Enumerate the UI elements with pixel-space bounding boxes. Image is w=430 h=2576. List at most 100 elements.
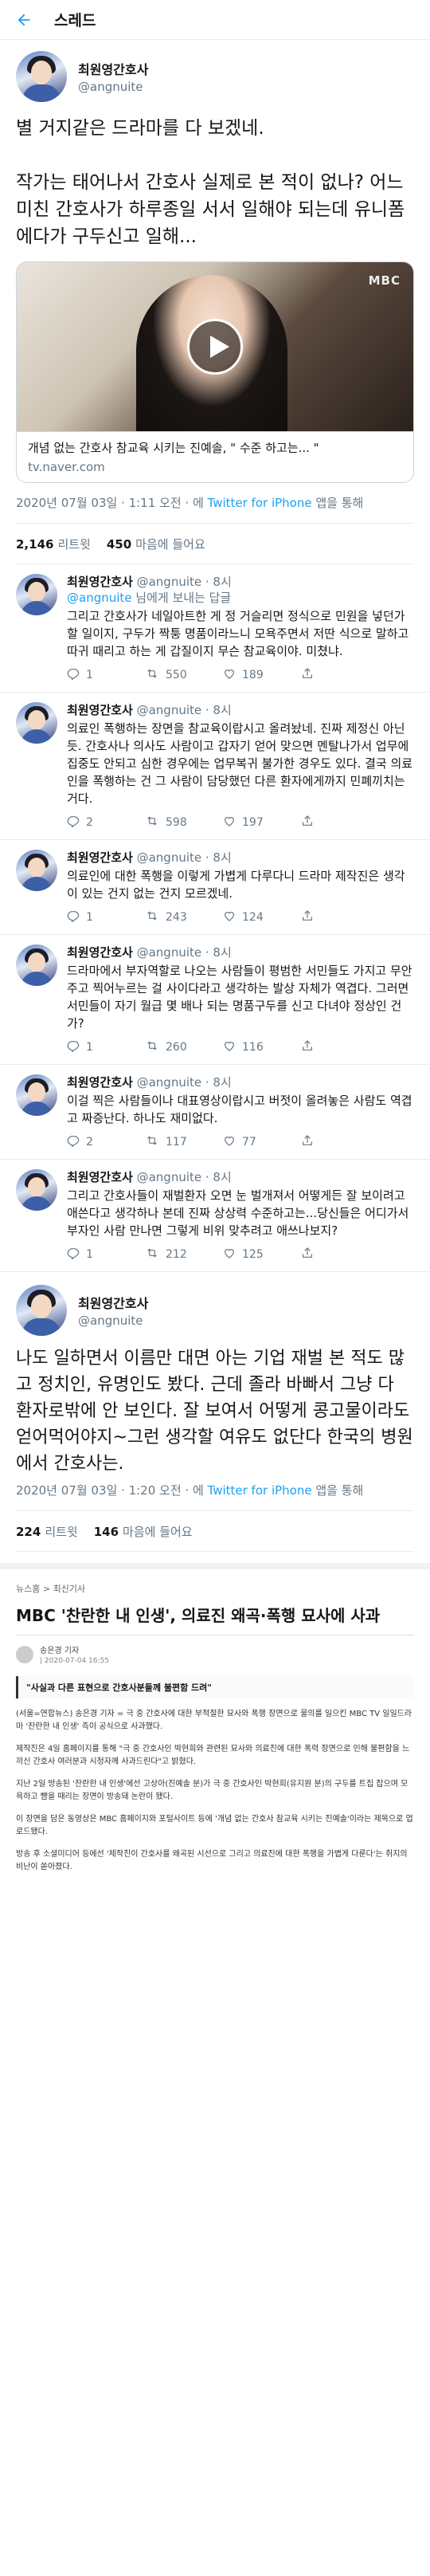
retweet-count[interactable]: 224 리트윗 <box>16 1523 78 1540</box>
reply-tweet[interactable]: 최원영간호사 @angnuite · 8시 이걸 찍은 사람들이나 대표영상이랍시… <box>0 1065 430 1160</box>
reply-button[interactable]: 1 <box>67 909 145 925</box>
like-count[interactable]: 146 마음에 들어요 <box>94 1523 193 1540</box>
retweet-button[interactable]: 260 <box>145 1039 223 1055</box>
display-name[interactable]: 최원영간호사 <box>78 59 148 78</box>
share-button[interactable] <box>301 1039 379 1055</box>
like-button[interactable]: 77 <box>223 1134 301 1150</box>
article-body: (서울=연합뉴스) 송은경 기자 = 극 중 간호사에 대한 부적절한 묘사와 … <box>16 1708 414 1874</box>
reply-tweet[interactable]: 최원영간호사 @angnuite · 8시그리고 간호사들이 재벌환자 오면 눈… <box>0 1160 430 1272</box>
retweet-icon <box>145 1134 166 1150</box>
retweet-button[interactable]: 117 <box>145 1134 223 1150</box>
card-site: tv.naver.com <box>28 460 105 474</box>
share-button[interactable] <box>301 1247 379 1262</box>
tweet-stats: 2,146 리트윗 450 마음에 들어요 <box>16 523 414 564</box>
article-paragraph: 방송 후 소셜미디어 등에선 '제작진이 간호사를 왜곡된 시선으로 그리고 의… <box>16 1850 408 1871</box>
share-icon <box>301 1039 320 1055</box>
retweet-icon <box>145 1039 166 1055</box>
tweet-source-link[interactable]: Twitter for iPhone <box>208 496 312 510</box>
handle[interactable]: @angnuite <box>137 945 202 960</box>
reply-tweet[interactable]: 최원영간호사 @angnuite · 8시 @angnuite 님에게 보내는 답… <box>0 564 430 693</box>
article-paragraph: 지난 2일 방송된 '찬란한 내 인생'에선 고상아(진예솔 분)가 극 중 간… <box>16 1780 408 1801</box>
video-thumbnail[interactable]: MBC <box>17 262 413 431</box>
retweet-button[interactable]: 598 <box>145 815 223 831</box>
like-button[interactable]: 189 <box>223 667 301 683</box>
action-bar: 1 260 116 <box>67 1039 414 1056</box>
handle[interactable]: @angnuite <box>78 1314 148 1328</box>
avatar[interactable] <box>16 1169 57 1211</box>
display-name[interactable]: 최원영간호사 <box>78 1293 148 1312</box>
reply-icon <box>67 1039 86 1055</box>
closing-tweet: 최원영간호사 @angnuite 나도 일하면서 이름만 대면 아는 기업 재벌… <box>0 1272 430 1552</box>
tweet-meta-tail: 앱을 통해 <box>311 496 364 510</box>
reply-text: 그리고 간호사들이 재벌환자 오면 눈 벌개져서 어떻게든 잘 보이려고 애쓴다… <box>67 1188 409 1238</box>
handle[interactable]: @angnuite <box>78 80 148 94</box>
reply-header: 최원영간호사 @angnuite · 8시 <box>67 574 414 590</box>
avatar[interactable] <box>16 944 57 986</box>
display-name[interactable]: 최원영간호사 <box>67 945 133 960</box>
tweet-meta: 2020년 07월 03일 · 1:11 오전 · 에 Twitter for … <box>16 494 414 512</box>
avatar[interactable] <box>16 1074 57 1116</box>
display-name[interactable]: 최원영간호사 <box>67 1075 133 1090</box>
share-button[interactable] <box>301 1134 379 1150</box>
like-count[interactable]: 450 마음에 들어요 <box>107 536 205 552</box>
handle[interactable]: @angnuite <box>137 850 202 865</box>
article-date: | 2020-07-04 16:55 <box>40 1657 109 1665</box>
display-name[interactable]: 최원영간호사 <box>67 575 133 589</box>
display-name[interactable]: 최원영간호사 <box>67 850 133 865</box>
retweet-count[interactable]: 2,146 리트윗 <box>16 536 91 552</box>
reply-icon <box>67 1134 86 1150</box>
reply-tweet[interactable]: 최원영간호사 @angnuite · 8시 드라마에서 부자역할로 나오는 사람들… <box>0 935 430 1065</box>
like-button[interactable]: 125 <box>223 1247 301 1262</box>
like-button[interactable]: 197 <box>223 815 301 831</box>
article-paragraph: 이 장면을 담은 동영상은 MBC 홈페이지와 포털사이트 등에 '개념 없는 … <box>16 1815 413 1836</box>
reply-to-user[interactable]: @angnuite <box>67 591 132 605</box>
play-icon[interactable] <box>187 319 243 375</box>
reply-header: 최원영간호사 @angnuite · 8시 <box>67 1169 414 1185</box>
avatar[interactable] <box>16 702 57 744</box>
heart-icon <box>223 1134 242 1150</box>
breadcrumb-home[interactable]: 뉴스홈 <box>16 1584 40 1594</box>
tweet-source-link[interactable]: Twitter for iPhone <box>208 1483 312 1498</box>
back-arrow-icon[interactable] <box>13 9 35 31</box>
handle[interactable]: @angnuite <box>137 703 202 717</box>
share-button[interactable] <box>301 667 379 683</box>
like-button[interactable]: 124 <box>223 909 301 925</box>
reply-list: 최원영간호사 @angnuite · 8시 @angnuite 님에게 보내는 답… <box>0 564 430 1272</box>
reply-button[interactable]: 1 <box>67 1039 145 1055</box>
reply-tweet[interactable]: 최원영간호사 @angnuite · 8시 의료인에 대한 폭행을 이렇게 가볍게… <box>0 840 430 935</box>
handle[interactable]: @angnuite <box>137 1170 202 1184</box>
handle[interactable]: @angnuite <box>137 575 202 589</box>
article-subhead: "사실과 다른 표현으로 간호사분들께 불편함 드려" <box>16 1676 414 1698</box>
display-name[interactable]: 최원영간호사 <box>67 1170 133 1184</box>
avatar[interactable] <box>16 574 57 615</box>
reply-button[interactable]: 2 <box>67 1134 145 1150</box>
retweet-button[interactable]: 243 <box>145 909 223 925</box>
avatar[interactable] <box>16 850 57 891</box>
reply-icon <box>67 1247 86 1262</box>
reporter-avatar <box>16 1645 33 1663</box>
retweet-icon <box>145 1247 166 1262</box>
link-card[interactable]: MBC 개념 없는 간호사 참교육 시키는 진예솔, " 수준 하고는... "… <box>16 261 414 483</box>
reply-tweet[interactable]: 최원영간호사 @angnuite · 8시 의료인 폭행하는 장면을 참교육이랍시… <box>0 693 430 840</box>
reply-button[interactable]: 2 <box>67 815 145 831</box>
retweet-button[interactable]: 550 <box>145 667 223 683</box>
like-button[interactable]: 116 <box>223 1039 301 1055</box>
avatar[interactable] <box>16 1285 67 1336</box>
share-button[interactable] <box>301 815 379 831</box>
retweet-button[interactable]: 212 <box>145 1247 223 1262</box>
display-name[interactable]: 최원영간호사 <box>67 703 133 717</box>
tweet-time: 2020년 07월 03일 · 1:11 오전 · 에 <box>16 496 208 510</box>
reply-time: · 8시 <box>205 575 232 589</box>
handle[interactable]: @angnuite <box>137 1075 202 1090</box>
share-button[interactable] <box>301 909 379 925</box>
tweet-meta-tail: 앱을 통해 <box>311 1483 364 1498</box>
article-title: MBC '찬란한 내 인생', 의료진 왜곡·폭행 묘사에 사과 <box>16 1604 414 1636</box>
action-bar: 2 598 197 <box>67 814 414 831</box>
avatar[interactable] <box>16 51 67 102</box>
reply-button[interactable]: 1 <box>67 667 145 683</box>
share-icon <box>301 1134 320 1150</box>
reply-icon <box>67 909 86 925</box>
reply-text: 의료인 폭행하는 장면을 참교육이랍시고 올려놨네. 진짜 제정신 아닌 듯. … <box>67 721 413 806</box>
breadcrumb-category[interactable]: 최신기사 <box>53 1584 85 1594</box>
reply-button[interactable]: 1 <box>67 1247 145 1262</box>
